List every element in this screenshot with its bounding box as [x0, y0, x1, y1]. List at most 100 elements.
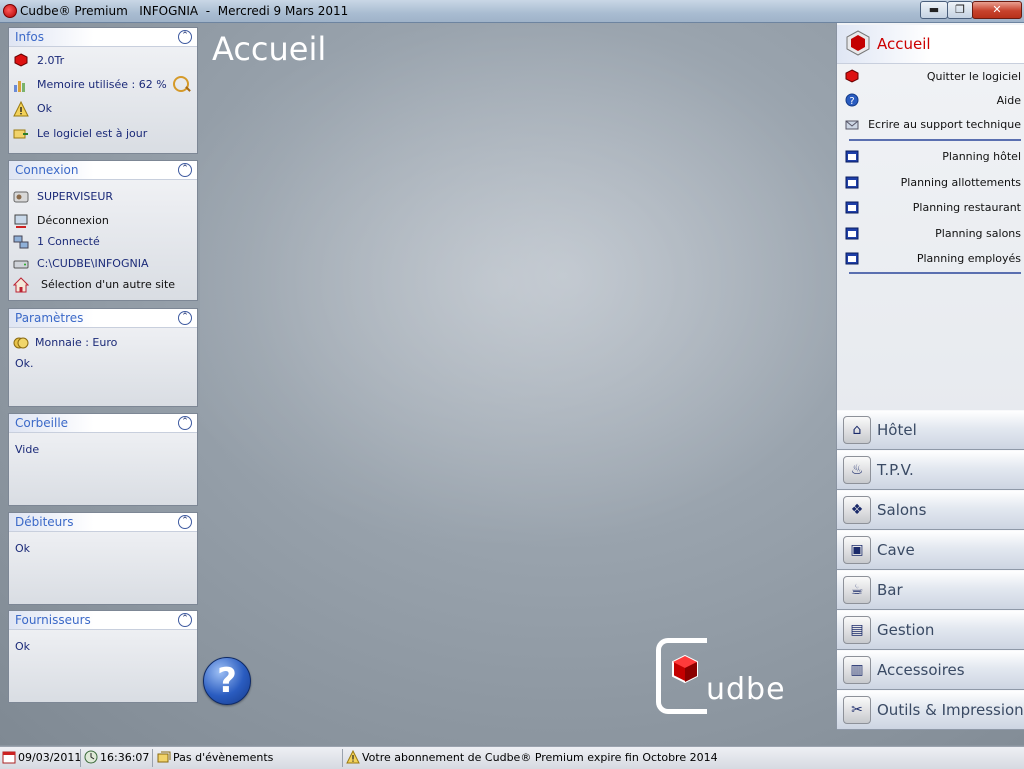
- planning-icon: [845, 176, 859, 189]
- collapse-icon[interactable]: ⌃: [178, 416, 192, 430]
- category-label: Accessoires: [877, 661, 965, 679]
- help-icon: ?: [845, 93, 859, 107]
- update-row: Le logiciel est à jour: [9, 125, 195, 143]
- fournisseurs-panel: Fournisseurs ⌃ Ok: [8, 610, 198, 703]
- memory-chart-icon: [13, 77, 29, 93]
- collapse-icon[interactable]: ⌃: [178, 163, 192, 177]
- planning-allottements-label: Planning allottements: [900, 176, 1021, 189]
- fournisseurs-status-row: Ok: [9, 638, 195, 656]
- planning-icon: [845, 201, 859, 214]
- status-date-text: 09/03/2011: [18, 751, 82, 764]
- connected-row: 1 Connecté: [9, 233, 195, 251]
- category-accessoires[interactable]: ▥ Accessoires: [837, 650, 1024, 690]
- fournisseurs-status: Ok: [15, 640, 31, 653]
- collapse-icon[interactable]: ⌃: [178, 515, 192, 529]
- path-label: C:\CUDBE\INFOGNIA: [37, 257, 149, 270]
- warning-icon: [13, 100, 29, 117]
- connexion-panel: Connexion ⌃ SUPERVISEUR Déconnexion 1 Co…: [8, 160, 198, 301]
- quit-item[interactable]: Quitter le logiciel: [837, 67, 1024, 87]
- status-time: 16:36:07: [84, 750, 149, 766]
- infos-panel-header[interactable]: Infos ⌃: [9, 28, 197, 47]
- update-icon: [13, 126, 29, 142]
- magnifier-icon[interactable]: [173, 76, 189, 92]
- help-button[interactable]: ?: [203, 657, 251, 705]
- warning-icon: [346, 750, 360, 764]
- category-bar[interactable]: ☕ Bar: [837, 570, 1024, 610]
- currency-label: Monnaie : Euro: [35, 336, 118, 349]
- status-bar: 09/03/2011 16:36:07 Pas d'évènements Vot…: [0, 746, 1024, 769]
- planning-item[interactable]: Planning allottements: [837, 173, 1024, 193]
- planning-item[interactable]: Planning salons: [837, 224, 1024, 244]
- status-divider: [152, 749, 153, 767]
- background-sheen: [200, 23, 840, 745]
- user-card-icon: [13, 189, 29, 205]
- debiteurs-status: Ok: [15, 542, 31, 555]
- separator: [849, 139, 1021, 141]
- help-label: Aide: [996, 94, 1021, 107]
- accueil-header[interactable]: Accueil: [837, 25, 1024, 64]
- currency-row: Monnaie : Euro: [9, 334, 195, 352]
- select-site-link[interactable]: Sélection d'un autre site: [41, 278, 175, 291]
- category-salons[interactable]: ❖ Salons: [837, 490, 1024, 530]
- support-icon: [845, 120, 859, 130]
- logout-row[interactable]: Déconnexion: [9, 212, 195, 230]
- accessoires-icon: ▥: [843, 656, 871, 684]
- status-divider: [342, 749, 343, 767]
- connexion-panel-header[interactable]: Connexion ⌃: [9, 161, 197, 180]
- maximize-button[interactable]: ❐: [947, 1, 973, 19]
- parametres-panel-header[interactable]: Paramètres ⌃: [9, 309, 197, 328]
- window-title: Cudbe® Premium INFOGNIA - Mercredi 9 Mar…: [20, 4, 349, 18]
- status-events[interactable]: Pas d'évènements: [157, 750, 273, 766]
- planning-item[interactable]: Planning restaurant: [837, 198, 1024, 218]
- category-cave[interactable]: ▣ Cave: [837, 530, 1024, 570]
- status-time-text: 16:36:07: [100, 751, 150, 764]
- version-row: 2.0Tr: [9, 52, 195, 70]
- debiteurs-panel-header[interactable]: Débiteurs ⌃: [9, 513, 197, 532]
- category-gestion[interactable]: ▤ Gestion: [837, 610, 1024, 650]
- logout-link[interactable]: Déconnexion: [37, 214, 109, 227]
- support-item[interactable]: Ecrire au support technique: [837, 115, 1024, 135]
- infos-panel-title: Infos: [15, 30, 44, 44]
- planning-employes-label: Planning employés: [916, 252, 1021, 265]
- select-site-row[interactable]: Sélection d'un autre site: [9, 276, 195, 294]
- debiteurs-panel-title: Débiteurs: [15, 515, 74, 529]
- events-icon: [157, 751, 171, 763]
- category-label: Outils & Impressions: [877, 701, 1024, 719]
- connexion-panel-title: Connexion: [15, 163, 79, 177]
- gestion-icon: ▤: [843, 616, 871, 644]
- debiteurs-status-row: Ok: [9, 540, 195, 558]
- minimize-button[interactable]: ▬: [920, 1, 948, 19]
- corbeille-panel-header[interactable]: Corbeille ⌃: [9, 414, 197, 433]
- planning-hotel-label: Planning hôtel: [942, 150, 1021, 163]
- corbeille-status: Vide: [15, 443, 40, 456]
- cube-icon: [13, 53, 29, 69]
- category-outils[interactable]: ✂ Outils & Impressions: [837, 690, 1024, 730]
- fournisseurs-panel-header[interactable]: Fournisseurs ⌃: [9, 611, 197, 630]
- category-hotel[interactable]: ⌂ Hôtel: [837, 410, 1024, 450]
- collapse-icon[interactable]: ⌃: [178, 613, 192, 627]
- quit-label: Quitter le logiciel: [926, 70, 1021, 83]
- help-item[interactable]: ? Aide: [837, 91, 1024, 111]
- home-icon: [12, 277, 30, 293]
- logout-icon: [13, 213, 29, 229]
- accueil-cube-icon: [846, 30, 870, 56]
- user-label: SUPERVISEUR: [37, 190, 114, 203]
- planning-item[interactable]: Planning hôtel: [837, 147, 1024, 167]
- category-tpv[interactable]: ♨ T.P.V.: [837, 450, 1024, 490]
- close-button[interactable]: ✕: [972, 1, 1022, 19]
- collapse-icon[interactable]: ⌃: [178, 30, 192, 44]
- svg-text:?: ?: [849, 96, 854, 107]
- planning-item[interactable]: Planning employés: [837, 249, 1024, 269]
- tpv-icon: ♨: [843, 456, 871, 484]
- calendar-icon: [2, 751, 16, 764]
- title-bar: Cudbe® Premium INFOGNIA - Mercredi 9 Mar…: [0, 0, 1024, 23]
- status-date: 09/03/2011: [2, 750, 81, 766]
- separator: [849, 272, 1021, 274]
- status-divider: [80, 749, 81, 767]
- support-label: Ecrire au support technique: [868, 118, 1021, 131]
- coins-icon: [13, 335, 29, 351]
- collapse-icon[interactable]: ⌃: [178, 311, 192, 325]
- bar-icon: ☕: [843, 576, 871, 604]
- drive-icon: [13, 256, 29, 272]
- category-label: Cave: [877, 541, 915, 559]
